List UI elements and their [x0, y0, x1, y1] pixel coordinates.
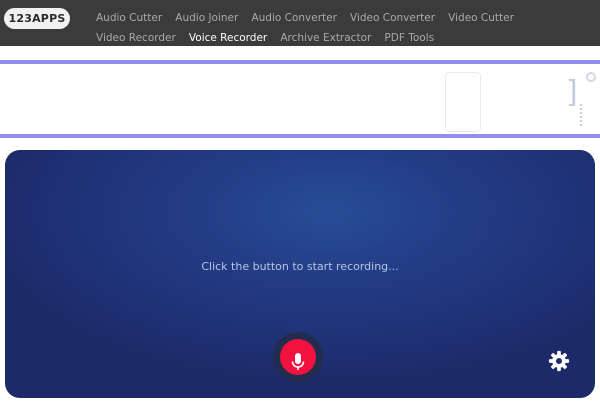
ring-icon — [586, 72, 596, 82]
nav-video-cutter[interactable]: Video Cutter — [448, 11, 514, 26]
bracket-icon: ] — [566, 75, 578, 110]
ad-banner[interactable]: ] — [0, 60, 600, 138]
recording-hint: Click the button to start recording... — [201, 260, 399, 273]
nav-video-recorder[interactable]: Video Recorder — [96, 31, 176, 46]
nav-audio-converter[interactable]: Audio Converter — [251, 11, 336, 26]
nav-audio-joiner[interactable]: Audio Joiner — [175, 11, 238, 26]
record-button[interactable] — [280, 339, 316, 375]
record-button-ring — [273, 332, 323, 382]
dots-icon — [580, 104, 590, 126]
banner-graphic-box — [445, 72, 481, 132]
logo-123apps[interactable]: 123APPS — [4, 8, 70, 29]
recorder-panel: Click the button to start recording... — [5, 150, 595, 398]
nav-voice-recorder[interactable]: Voice Recorder — [188, 32, 268, 48]
nav-audio-cutter[interactable]: Audio Cutter — [96, 11, 162, 26]
app-nav-menu: Audio Cutter Audio Joiner Audio Converte… — [96, 6, 596, 48]
gear-icon[interactable] — [548, 350, 570, 372]
top-navigation-bar: 123APPS Audio Cutter Audio Joiner Audio … — [0, 0, 600, 48]
nav-pdf-tools[interactable]: PDF Tools — [384, 31, 434, 46]
nav-video-converter[interactable]: Video Converter — [350, 11, 435, 26]
microphone-icon — [291, 352, 305, 370]
nav-archive-extractor[interactable]: Archive Extractor — [280, 31, 371, 46]
